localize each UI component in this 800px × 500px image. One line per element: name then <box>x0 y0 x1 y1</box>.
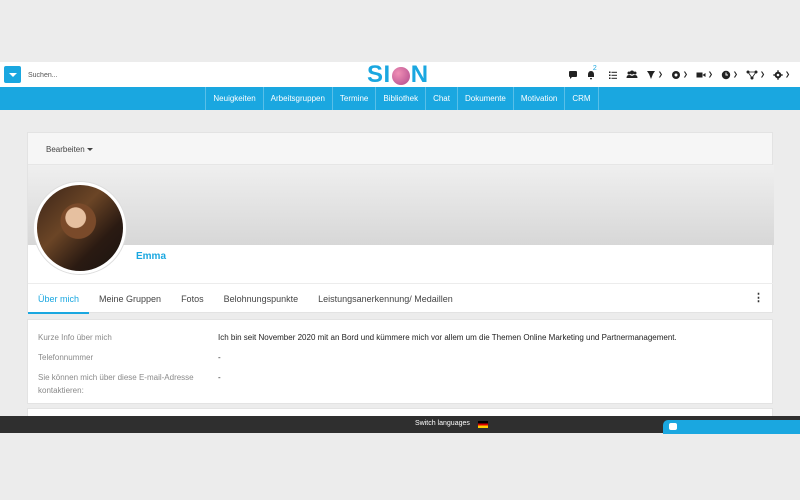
card-header: Bearbeiten <box>28 133 772 165</box>
tab-meine-gruppen[interactable]: Meine Gruppen <box>89 284 171 314</box>
german-flag-icon[interactable] <box>478 421 488 428</box>
network-icon[interactable]: ❯ <box>742 62 769 87</box>
info-label: Telefonnummer <box>38 353 94 362</box>
nav-item-motivation[interactable]: Motivation <box>512 87 564 110</box>
edit-label: Bearbeiten <box>46 145 85 154</box>
logo-globe-icon <box>391 66 410 85</box>
more-options-icon[interactable]: ⋮ <box>753 292 764 304</box>
chevron-down-icon: ❯ <box>759 72 765 78</box>
nav-item-neuigkeiten[interactable]: Neuigkeiten <box>205 87 262 110</box>
edit-dropdown-button[interactable]: Bearbeiten <box>46 145 93 154</box>
logo-text-left: SI <box>367 61 391 88</box>
chat-bot-icon <box>669 423 677 430</box>
megaphone-icon[interactable]: ❯ <box>667 62 692 87</box>
gift-icon[interactable]: ❯ <box>642 62 667 87</box>
tab-belohnungspunkte[interactable]: Belohnungspunkte <box>214 284 309 314</box>
main-nav: Neuigkeiten Arbeitsgruppen Termine Bibli… <box>0 87 800 110</box>
header-icons: 2 ❯ ❯ ❯ ❯ ❯ ❯ <box>564 62 794 87</box>
info-label: Kurze Info über mich <box>38 333 112 342</box>
profile-name: Emma <box>136 251 167 262</box>
top-bar: SI N 2 ❯ ❯ ❯ ❯ ❯ ❯ <box>0 62 800 87</box>
chevron-down-icon: ❯ <box>732 72 738 78</box>
search-input[interactable] <box>28 69 188 81</box>
chevron-down-icon: ❯ <box>784 72 790 78</box>
checklist-icon[interactable] <box>604 62 622 87</box>
logo-text-right: N <box>410 61 429 88</box>
chat-icon[interactable] <box>564 62 582 87</box>
info-value: - <box>218 353 221 362</box>
menu-dropdown-button[interactable] <box>4 66 21 83</box>
chevron-down-icon: ❯ <box>682 72 688 78</box>
tab-leistungsanerkennung[interactable]: Leistungsanerkennung/ Medaillen <box>308 284 463 314</box>
info-value: - <box>218 373 221 382</box>
nav-item-termine[interactable]: Termine <box>331 87 375 110</box>
info-label: Sie können mich über diese E-mail-Adress… <box>38 373 194 395</box>
chevron-down-icon: ❯ <box>657 72 663 78</box>
video-icon[interactable]: ❯ <box>692 62 717 87</box>
chevron-down-icon: ❯ <box>707 72 713 78</box>
chat-widget[interactable] <box>663 420 800 434</box>
nav-item-dokumente[interactable]: Dokumente <box>456 87 513 110</box>
nav-item-bibliothek[interactable]: Bibliothek <box>375 87 425 110</box>
profile-card: Bearbeiten Emma Über mich Meine Gruppen … <box>27 132 774 314</box>
avatar[interactable] <box>34 182 126 274</box>
about-section: Kurze Info über mich Ich bin seit Novemb… <box>27 319 773 404</box>
nav-item-chat[interactable]: Chat <box>425 87 457 110</box>
bell-icon[interactable]: 2 <box>582 62 600 87</box>
clock-icon[interactable]: ❯ <box>717 62 742 87</box>
profile-tabs: Über mich Meine Gruppen Fotos Belohnungs… <box>28 283 774 314</box>
nav-item-crm[interactable]: CRM <box>564 87 599 110</box>
tab-ueber-mich[interactable]: Über mich <box>28 284 90 314</box>
cover-image <box>28 165 774 245</box>
switch-languages-link[interactable]: Switch languages <box>415 420 470 427</box>
notification-count: 2 <box>592 65 597 72</box>
gear-icon[interactable]: ❯ <box>769 62 794 87</box>
info-value: Ich bin seit November 2020 mit an Bord u… <box>218 333 677 342</box>
logo[interactable]: SI N <box>367 62 429 87</box>
nav-item-arbeitsgruppen[interactable]: Arbeitsgruppen <box>262 87 332 110</box>
tab-fotos[interactable]: Fotos <box>171 284 214 314</box>
caret-down-icon <box>86 148 93 151</box>
users-icon[interactable] <box>622 62 642 87</box>
